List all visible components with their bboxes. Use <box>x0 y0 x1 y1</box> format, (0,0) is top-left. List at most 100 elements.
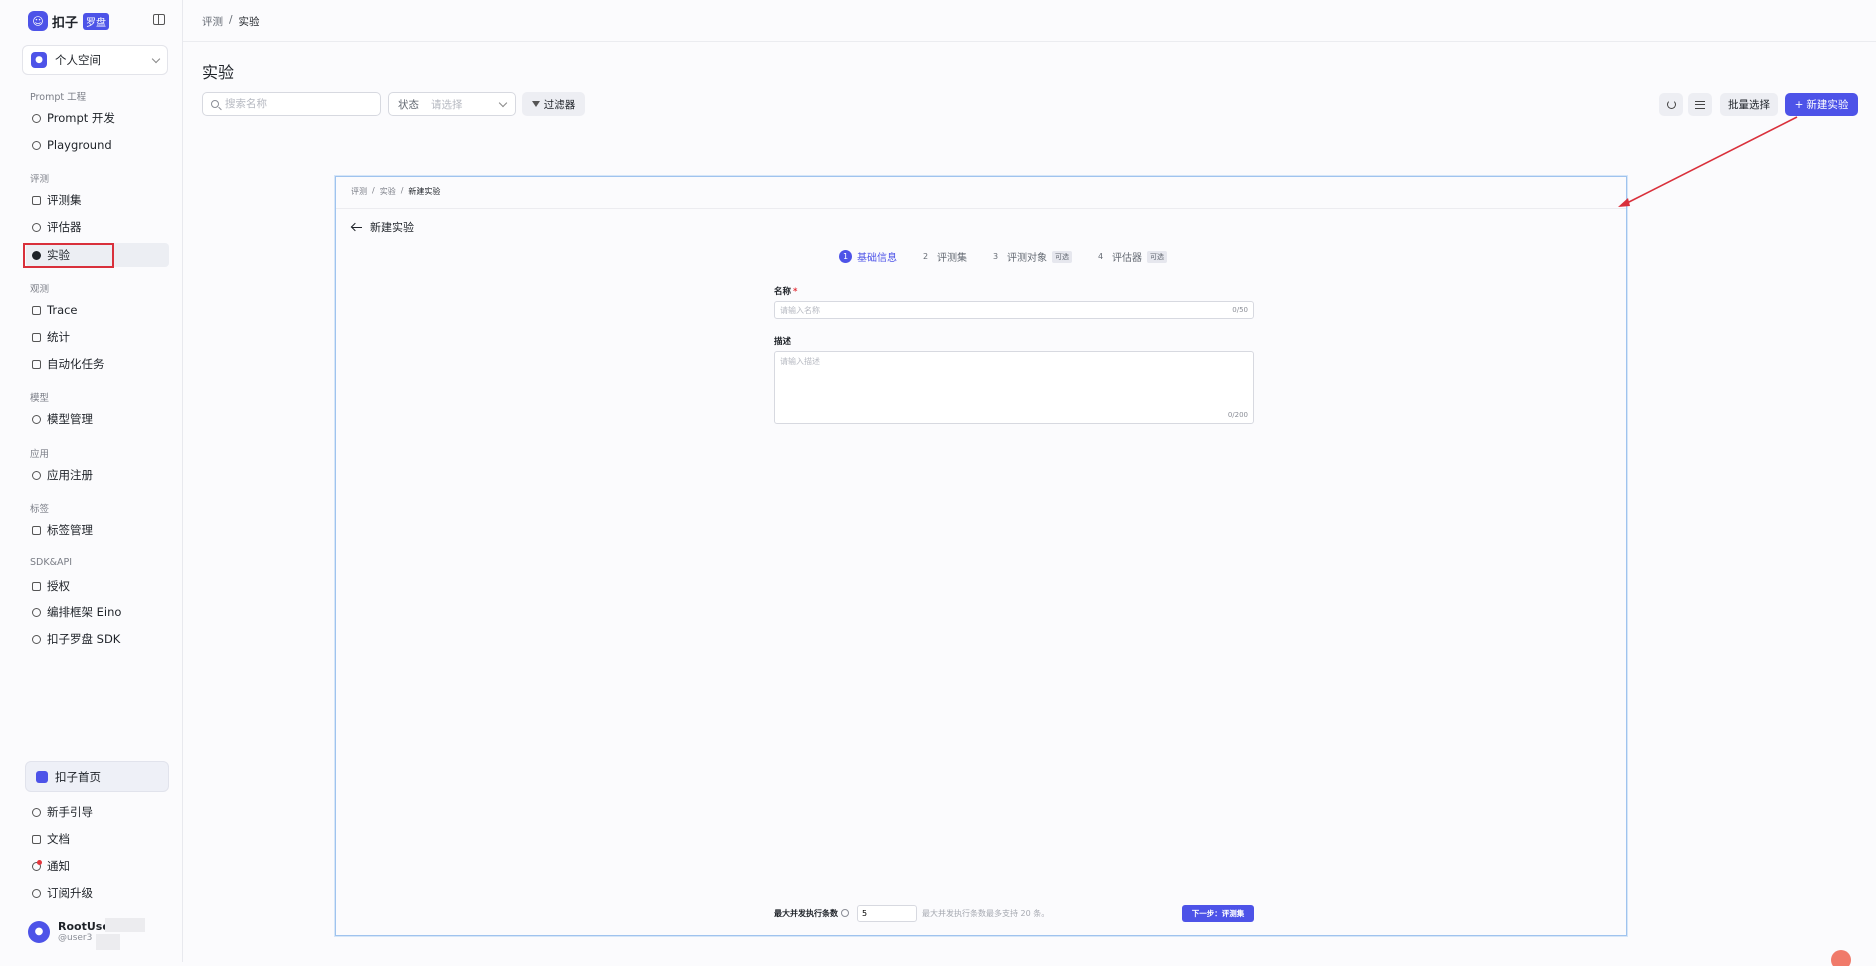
experiment-icon <box>32 250 41 260</box>
key-icon <box>32 581 41 591</box>
bell-icon <box>32 859 42 871</box>
panel-breadcrumb-item[interactable]: 实验 <box>380 186 396 197</box>
new-experiment-button[interactable]: + 新建实验 <box>1785 93 1858 116</box>
step-number: 1 <box>839 250 852 263</box>
info-icon[interactable] <box>841 909 849 917</box>
logo[interactable]: ☺ 扣子 罗盘 <box>28 10 110 32</box>
name-label-text: 名称 <box>774 287 792 297</box>
redacted-block <box>96 934 120 950</box>
name-input[interactable] <box>780 305 1233 315</box>
filter-label: 过滤器 <box>543 98 576 111</box>
refresh-button[interactable] <box>1659 93 1683 116</box>
sidebar-item-stats[interactable]: 统计 <box>26 325 169 349</box>
description-textarea[interactable] <box>780 356 1248 406</box>
coze-home-button[interactable]: 扣子首页 <box>25 761 169 792</box>
step-number: 2 <box>922 252 929 261</box>
step-evaluator[interactable]: 4 评估器 可选 <box>1094 249 1167 264</box>
step-basic-info[interactable]: 1 基础信息 <box>839 249 897 264</box>
new-experiment-panel: 评测 / 实验 / 新建实验 新建实验 1 基础信息 2 评测集 3 评测对象 … <box>335 176 1627 936</box>
sidebar-item-playground[interactable]: Playground <box>26 133 169 157</box>
sidebar-item-label: 新手引导 <box>47 805 93 819</box>
sidebar-item-label: 评估器 <box>47 220 82 234</box>
sidebar-item-auth[interactable]: 授权 <box>26 574 169 598</box>
name-field[interactable]: 0/50 <box>774 301 1254 319</box>
logo-badge: 罗盘 <box>83 12 110 30</box>
sidebar-item-sdk[interactable]: 扣子罗盘 SDK <box>26 627 169 651</box>
sidebar-item-label: 统计 <box>47 330 70 344</box>
page-title: 实验 <box>202 63 235 82</box>
chart-icon <box>32 332 41 342</box>
task-icon <box>32 359 41 369</box>
sidebar-item-app-register[interactable]: 应用注册 <box>26 463 169 487</box>
sidebar-item-dataset[interactable]: 评测集 <box>26 188 169 212</box>
step-label: 基础信息 <box>857 253 897 264</box>
optional-tag: 可选 <box>1147 250 1167 263</box>
concurrency-input[interactable] <box>857 904 917 922</box>
sidebar-item-prompt-dev[interactable]: Prompt 开发 <box>26 106 169 130</box>
new-experiment-label: 新建实验 <box>1806 99 1849 111</box>
panel-divider <box>336 208 1626 209</box>
sidebar-item-eino[interactable]: 编排框架 Eino <box>26 600 169 624</box>
next-step-button[interactable]: 下一步：评测集 <box>1182 904 1254 922</box>
avatar: ● <box>28 920 50 943</box>
logo-text: 扣子 <box>52 15 79 31</box>
step-target[interactable]: 3 评测对象 可选 <box>989 249 1072 264</box>
space-label: 个人空间 <box>55 53 101 67</box>
tag-icon <box>32 525 41 535</box>
panel-breadcrumb: 评测 / 实验 / 新建实验 <box>351 186 440 197</box>
step-number: 4 <box>1097 252 1104 261</box>
notification-dot <box>37 859 42 865</box>
sidebar-collapse-icon[interactable] <box>153 14 165 25</box>
desc-char-counter: 0/200 <box>1227 411 1248 419</box>
gear-icon <box>32 607 41 617</box>
description-field[interactable]: 0/200 <box>774 351 1254 424</box>
sidebar-item-upgrade[interactable]: 订阅升级 <box>26 881 169 905</box>
sidebar-item-evaluator[interactable]: 评估器 <box>26 215 169 239</box>
back-button[interactable]: 新建实验 <box>352 219 414 235</box>
batch-select-button[interactable]: 批量选择 <box>1720 93 1778 116</box>
step-number: 3 <box>992 252 999 261</box>
sidebar-item-tag-mgmt[interactable]: 标签管理 <box>26 518 169 542</box>
nav-group-tag: 标签 <box>30 504 50 515</box>
sidebar-item-label: 通知 <box>47 859 70 873</box>
concurrency-row: 最大并发执行条数 最大并发执行条数最多支持 20 条。 下一步：评测集 <box>774 904 1254 922</box>
search-box[interactable] <box>202 92 381 116</box>
step-label: 评估器 <box>1112 253 1142 264</box>
status-select[interactable]: 状态 请选择 <box>388 92 516 116</box>
breadcrumb-parent[interactable]: 评测 <box>202 14 223 29</box>
cube-icon <box>32 414 41 424</box>
nav-group-sdk: SDK&API <box>30 557 73 568</box>
home-label: 扣子首页 <box>55 769 101 784</box>
sidebar-item-label: 文档 <box>47 832 70 846</box>
sidebar-item-trace[interactable]: Trace <box>26 298 169 322</box>
breadcrumb-separator: / <box>372 186 375 195</box>
sidebar-item-notify[interactable]: 通知 <box>26 854 169 878</box>
sidebar-item-label: 实验 <box>47 248 70 262</box>
dataset-icon <box>32 195 41 205</box>
sidebar-item-label: 自动化任务 <box>47 357 105 371</box>
chevron-down-icon <box>151 54 161 63</box>
sidebar-item-guide[interactable]: 新手引导 <box>26 800 169 824</box>
home-icon <box>36 770 48 783</box>
filter-button[interactable]: 过滤器 <box>522 92 585 116</box>
sidebar: ☺ 扣子 罗盘 ● 个人空间 Prompt 工程 Prompt 开发 Playg… <box>4 0 183 962</box>
app-icon <box>32 470 41 480</box>
step-dataset[interactable]: 2 评测集 <box>919 249 967 264</box>
columns-icon <box>1695 100 1705 109</box>
search-input[interactable] <box>225 98 365 110</box>
panel-breadcrumb-item[interactable]: 评测 <box>351 186 367 197</box>
assistant-bubble-icon[interactable] <box>1831 950 1851 966</box>
trace-icon <box>32 305 41 315</box>
sidebar-item-model-mgmt[interactable]: 模型管理 <box>26 407 169 431</box>
sidebar-item-label: 应用注册 <box>47 468 93 482</box>
space-selector[interactable]: ● 个人空间 <box>22 45 168 75</box>
sidebar-item-experiment[interactable]: 实验 <box>26 243 169 267</box>
sidebar-item-label: 授权 <box>47 579 70 593</box>
column-settings-button[interactable] <box>1688 93 1712 116</box>
breadcrumb-separator: / <box>229 14 233 26</box>
help-icon <box>32 807 41 817</box>
chevron-down-icon <box>498 98 508 107</box>
sidebar-item-automation[interactable]: 自动化任务 <box>26 352 169 376</box>
sidebar-item-docs[interactable]: 文档 <box>26 827 169 851</box>
sidebar-item-label: Prompt 开发 <box>47 111 115 125</box>
